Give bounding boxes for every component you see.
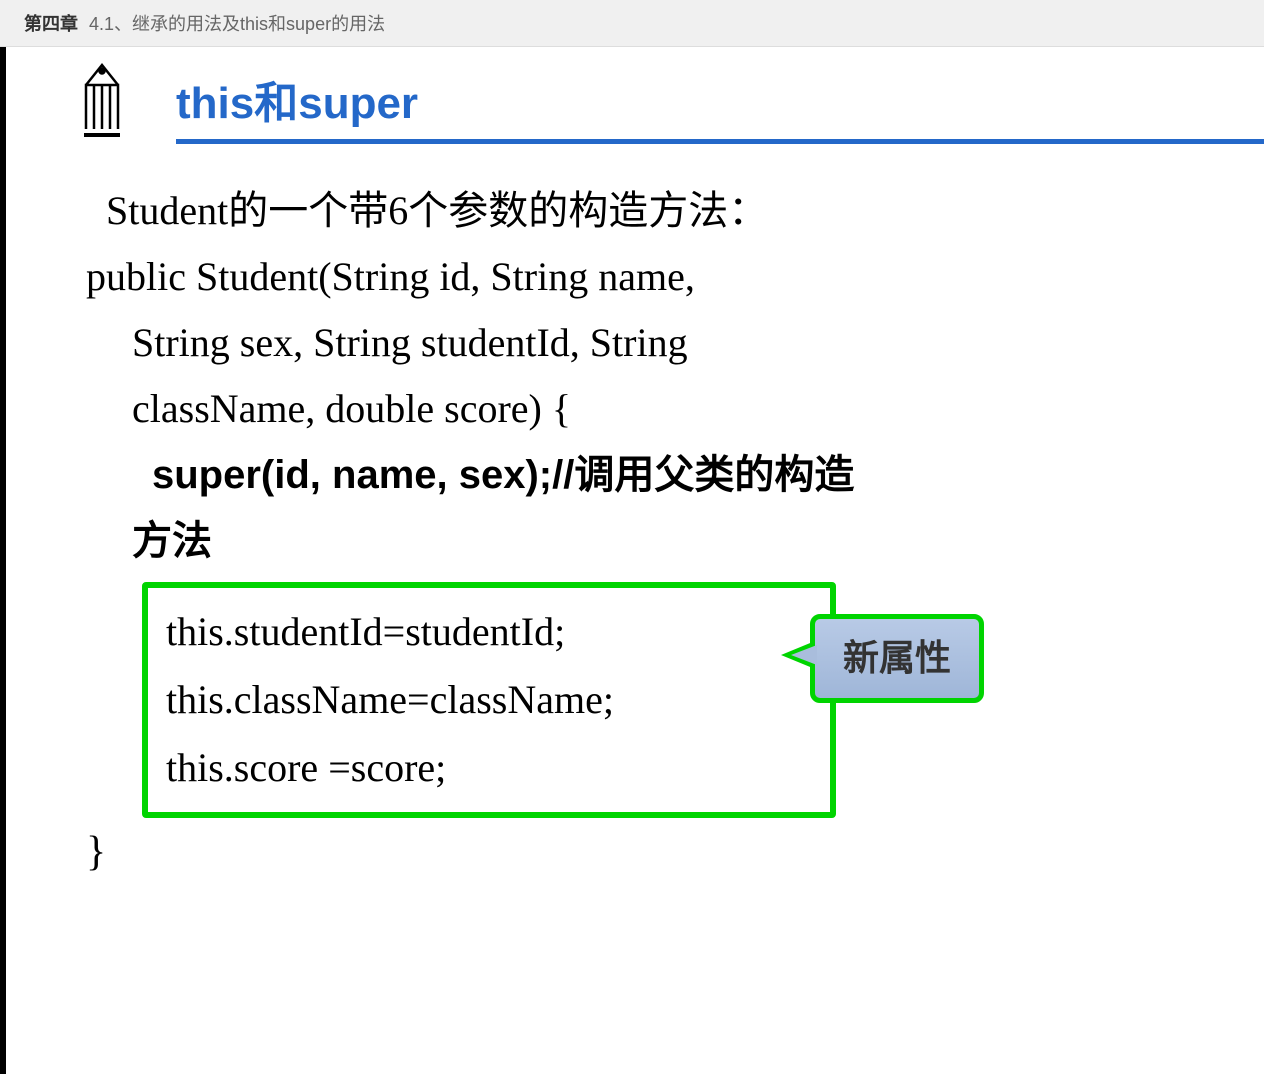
slide-content: Student的一个带6个参数的构造方法： public Student(Str… (6, 144, 1264, 887)
code-line-2: String sex, String studentId, String (132, 310, 1214, 376)
chapter-label: 第四章 (24, 14, 78, 34)
callout-label: 新属性 (843, 638, 951, 678)
callout-arrow-inner-icon (791, 645, 817, 665)
code-line-1: public Student(String id, String name, (86, 244, 1214, 310)
box-line-1: this.studentId=studentId; (166, 598, 812, 666)
highlighted-code-box: this.studentId=studentId; this.className… (142, 582, 836, 818)
code-super-comment-2: 方法 (132, 508, 1214, 574)
slide-body: this和super Student的一个带6个参数的构造方法： public … (0, 47, 1264, 1074)
callout-box: 新属性 (810, 614, 984, 703)
code-super-bold: super(id, name, sex); (152, 453, 552, 497)
slide-title: this和super (176, 67, 418, 137)
section-label: 4.1、继承的用法及this和super的用法 (89, 14, 385, 34)
pencil-icon (80, 61, 134, 141)
code-line-3: className, double score) { (132, 376, 1214, 442)
intro-text: Student的一个带6个参数的构造方法： (106, 178, 1214, 244)
title-row: this和super (6, 47, 1264, 137)
code-super-comment: //调用父类的构造 (552, 453, 854, 497)
box-line-2: this.className=className; (166, 666, 812, 734)
callout-container: 新属性 (810, 614, 984, 703)
box-line-3: this.score =score; (166, 734, 812, 802)
header-bar: 第四章 4.1、继承的用法及this和super的用法 (0, 0, 1264, 47)
code-super-line: super(id, name, sex);//调用父类的构造 (152, 442, 1214, 508)
closing-brace: } (86, 818, 1214, 887)
